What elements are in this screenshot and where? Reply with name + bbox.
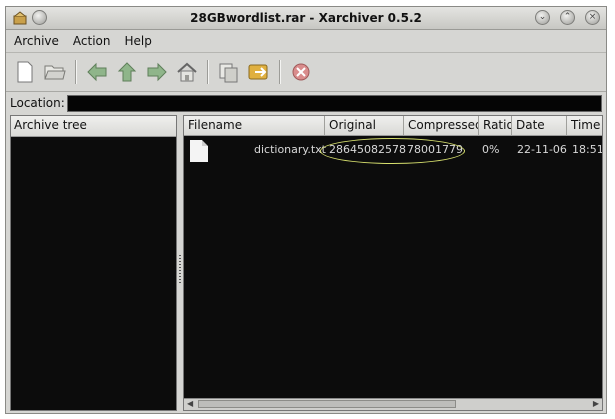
column-header-original[interactable]: Original (325, 116, 404, 136)
menu-help[interactable]: Help (125, 34, 152, 48)
stop-icon (292, 63, 310, 81)
open-icon (44, 65, 66, 80)
minimize-button[interactable]: ⌄ (535, 10, 550, 25)
add-button[interactable] (246, 59, 272, 85)
extract-icon (219, 63, 238, 83)
title-bar: 28GBwordlist.rar - Xarchiver 0.5.2 ⌄ ⌃ × (6, 7, 606, 30)
location-bar: Location: (6, 92, 606, 114)
window-controls: ⌄ ⌃ × (535, 10, 600, 25)
new-archive-button[interactable] (12, 59, 38, 85)
new-icon (17, 61, 33, 83)
toolbar-separator (75, 60, 77, 84)
text-file-icon (190, 140, 208, 162)
menu-archive[interactable]: Archive (14, 34, 59, 48)
file-ratio: 0% (482, 143, 500, 156)
file-date: 22-11-06 (517, 143, 567, 156)
stop-button[interactable] (288, 59, 314, 85)
column-header-date[interactable]: Date (512, 116, 567, 136)
window-title: 28GBwordlist.rar - Xarchiver 0.5.2 (190, 11, 422, 25)
archive-tree-pane[interactable]: Archive tree (10, 115, 177, 411)
location-label: Location: (10, 96, 65, 110)
file-time: 18:51 (572, 143, 603, 156)
splitter-grip[interactable] (179, 255, 181, 285)
file-name: dictionary.txt (254, 143, 326, 156)
highlight-annotation-circle (320, 138, 465, 164)
column-header-compressed[interactable]: Compressed (404, 116, 479, 136)
scroll-left-arrow-icon[interactable]: ◀ (187, 399, 193, 409)
forward-icon (147, 62, 167, 82)
horizontal-scrollbar[interactable]: ◀ ▶ (184, 398, 602, 410)
menu-bar: Archive Action Help (6, 30, 606, 53)
toolbar-separator (207, 60, 209, 84)
toolbar (6, 53, 606, 92)
xarchiver-window: 28GBwordlist.rar - Xarchiver 0.5.2 ⌄ ⌃ ×… (5, 6, 607, 414)
open-archive-button[interactable] (42, 59, 68, 85)
file-list-pane[interactable]: Filename Original Compressed Ratio Date … (183, 115, 603, 411)
home-icon (177, 62, 197, 82)
menu-action[interactable]: Action (73, 34, 111, 48)
toolbar-separator (279, 60, 281, 84)
forward-button[interactable] (144, 59, 170, 85)
extract-button[interactable] (216, 59, 242, 85)
scroll-right-arrow-icon[interactable]: ▶ (593, 399, 599, 409)
horizontal-scroll-thumb[interactable] (198, 400, 456, 408)
up-button[interactable] (114, 59, 140, 85)
add-icon (248, 64, 268, 80)
back-button[interactable] (84, 59, 110, 85)
close-button[interactable]: × (585, 10, 600, 25)
location-input[interactable] (66, 94, 602, 112)
table-row[interactable]: dictionary.txt 28645082578 78001779 0% 2… (184, 137, 603, 165)
archive-tree-header[interactable]: Archive tree (11, 116, 176, 137)
home-button[interactable] (174, 59, 200, 85)
back-icon (87, 62, 107, 82)
up-icon (117, 62, 137, 82)
column-header-time[interactable]: Time (567, 116, 602, 136)
column-header-filename[interactable]: Filename (184, 116, 325, 136)
column-header-ratio[interactable]: Ratio (479, 116, 512, 136)
maximize-button[interactable]: ⌃ (560, 10, 575, 25)
